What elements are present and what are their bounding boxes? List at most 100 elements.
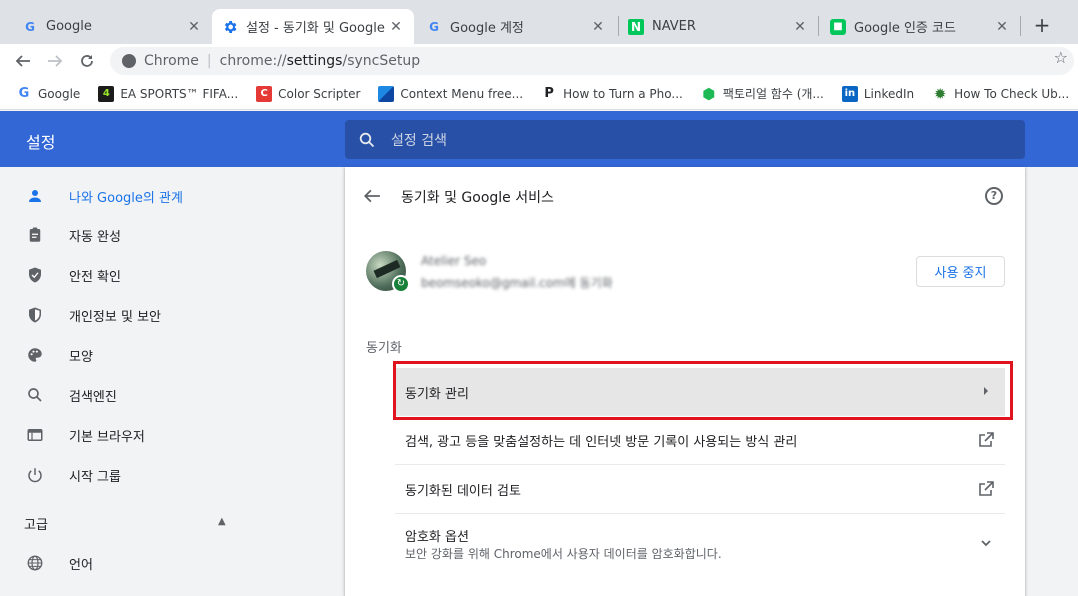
- url-suffix: /syncSetup: [342, 53, 421, 69]
- tab-title: NAVER: [652, 19, 696, 34]
- sidebar-item-label: 검색엔진: [69, 389, 117, 405]
- bookmark-item[interactable]: 4 EA SPORTS™ FIFA...: [98, 85, 239, 102]
- row-label: 동기화된 데이터 검토: [405, 484, 521, 499]
- bookmark-item[interactable]: ⬢ 팩토리얼 함수 (개...: [701, 84, 824, 103]
- section-heading-sync: 동기화: [366, 341, 402, 356]
- bookmark-item[interactable]: P How to Turn a Pho...: [541, 86, 683, 102]
- tab-google-account[interactable]: G Google 계정 ✕: [416, 9, 616, 44]
- open-external-icon: [977, 431, 995, 449]
- bookmark-item[interactable]: ✹ How To Check Ub...: [932, 84, 1069, 103]
- help-icon[interactable]: ?: [985, 187, 1003, 205]
- settings-title: 설정: [26, 133, 56, 152]
- search-placeholder: 설정 검색: [391, 132, 447, 149]
- sidebar-item-privacy-security[interactable]: 개인정보 및 보안: [0, 295, 310, 335]
- bookmark-label: How to Turn a Pho...: [563, 86, 683, 101]
- settings-sidebar: 나와 Google의 관계 자동 완성 안전 확인 개인정보 및 보안 모양 검…: [0, 167, 310, 596]
- bookmark-label: EA SPORTS™ FIFA...: [120, 86, 239, 101]
- close-icon[interactable]: ✕: [792, 19, 808, 35]
- power-icon: [24, 464, 46, 486]
- color-scripter-icon: C: [256, 85, 273, 102]
- bookmark-item[interactable]: G Google: [16, 86, 81, 102]
- back-arrow-icon[interactable]: [10, 48, 36, 74]
- sidebar-item-safety-check[interactable]: 안전 확인: [0, 255, 310, 295]
- address-bar[interactable]: Chrome | chrome://settings/syncSetup: [110, 47, 1074, 75]
- chevron-down-icon: [977, 534, 995, 552]
- hexagon-icon: ⬢: [702, 84, 716, 103]
- bookmark-star-icon[interactable]: ☆: [1054, 48, 1068, 67]
- tab-settings-sync[interactable]: 설정 - 동기화 및 Google ✕: [212, 9, 414, 44]
- shield-half-icon: [24, 304, 46, 326]
- row-label: 암호화 옵션: [405, 530, 469, 545]
- bookmarks-bar: G Google 4 EA SPORTS™ FIFA... C Color Scrip…: [0, 78, 1078, 110]
- bookmark-item[interactable]: C Color Scripter: [256, 85, 361, 102]
- tab-strip: G Google ✕ 설정 - 동기화 및 Google ✕ G Google …: [0, 0, 1078, 44]
- google-g-icon: G: [25, 19, 35, 34]
- tab-naver[interactable]: N NAVER ✕: [618, 9, 818, 44]
- bookmark-label: Color Scripter: [278, 86, 361, 101]
- context-menu-icon: [378, 85, 395, 102]
- close-icon[interactable]: ✕: [994, 19, 1010, 35]
- tab-google[interactable]: G Google ✕: [12, 9, 212, 44]
- sidebar-item-label: 나와 Google의 관계: [69, 190, 183, 206]
- advanced-section-toggle[interactable]: 고급: [24, 514, 48, 533]
- sidebar-item-search-engine[interactable]: 검색엔진: [0, 375, 310, 415]
- reload-icon[interactable]: [74, 48, 100, 74]
- turn-off-sync-button[interactable]: 사용 중지: [916, 256, 1005, 287]
- account-email: beomseoko@gmail.com에 동기화: [421, 276, 613, 290]
- encryption-options-row[interactable]: 암호화 옵션 보안 강화를 위해 Chrome에서 사용자 데이터를 암호화합니…: [395, 514, 1005, 574]
- tab-title: Google: [46, 19, 92, 34]
- close-icon[interactable]: ✕: [590, 19, 606, 35]
- tab-separator: [818, 16, 819, 36]
- sidebar-item-you-and-google[interactable]: 나와 Google의 관계: [0, 176, 310, 216]
- close-icon[interactable]: ✕: [186, 19, 202, 35]
- url-prefix: chrome://: [219, 53, 287, 69]
- bookmark-item[interactable]: Context Menu free...: [378, 85, 524, 102]
- sidebar-item-languages[interactable]: 언어: [0, 543, 310, 583]
- sidebar-item-label: 언어: [69, 557, 93, 573]
- p-icon: P: [544, 86, 554, 101]
- bookmark-item[interactable]: in LinkedIn: [841, 85, 914, 102]
- lock-icon: ■: [830, 18, 846, 35]
- browser-toolbar: Chrome | chrome://settings/syncSetup ☆: [0, 44, 1078, 78]
- person-icon: [24, 185, 46, 207]
- forward-arrow-icon[interactable]: [42, 48, 68, 74]
- globe-icon: [24, 552, 46, 574]
- tab-separator: [1020, 16, 1021, 36]
- tab-title: Google 계정: [450, 21, 524, 36]
- bookmark-label: Context Menu free...: [400, 86, 524, 101]
- linkedin-icon: in: [841, 85, 858, 102]
- tab-title: 설정 - 동기화 및 Google: [246, 21, 385, 36]
- sidebar-item-default-browser[interactable]: 기본 브라우저: [0, 415, 310, 455]
- clipboard-icon: [24, 224, 46, 246]
- sidebar-item-label: 모양: [69, 349, 93, 365]
- gear-badge-icon: ✹: [933, 84, 947, 103]
- sidebar-item-label: 안전 확인: [69, 269, 121, 285]
- arrow-up-icon[interactable]: ▲: [218, 516, 226, 527]
- omnibox-label: Chrome: [144, 53, 199, 69]
- account-name: Atelier Seo: [421, 254, 487, 268]
- bookmark-label: 팩토리얼 함수 (개...: [722, 87, 824, 101]
- review-synced-data-row[interactable]: 동기화된 데이터 검토: [395, 465, 1005, 513]
- sidebar-item-on-startup[interactable]: 시작 그룹: [0, 455, 310, 495]
- new-tab-button[interactable]: +: [1030, 13, 1054, 37]
- shield-check-icon: [24, 264, 46, 286]
- google-g-icon: G: [429, 19, 439, 34]
- sidebar-item-appearance[interactable]: 모양: [0, 335, 310, 375]
- manage-activity-controls-row[interactable]: 검색, 광고 등을 맞춤설정하는 데 인터넷 방문 기록이 사용되는 방식 관리: [395, 416, 1005, 464]
- omnibox-divider: |: [206, 53, 212, 69]
- row-sublabel: 보안 강화를 위해 Chrome에서 사용자 데이터를 암호화합니다.: [405, 547, 722, 561]
- close-icon[interactable]: ✕: [388, 19, 404, 35]
- palette-icon: [24, 344, 46, 366]
- url-main: settings: [286, 53, 343, 69]
- tab-google-auth-code[interactable]: ■ Google 인증 코드 ✕: [820, 9, 1020, 44]
- chrome-site-icon: [122, 54, 136, 68]
- settings-header: 설정 설정 검색: [0, 111, 1078, 167]
- back-arrow-icon[interactable]: [363, 187, 383, 207]
- sidebar-item-autofill[interactable]: 자동 완성: [0, 215, 310, 255]
- browser-icon: [24, 424, 46, 446]
- search-icon: [359, 132, 375, 147]
- naver-n-icon: N: [628, 18, 644, 35]
- bookmark-label: Google: [38, 86, 81, 101]
- gear-icon: [222, 19, 238, 35]
- settings-search-input[interactable]: 설정 검색: [345, 120, 1025, 159]
